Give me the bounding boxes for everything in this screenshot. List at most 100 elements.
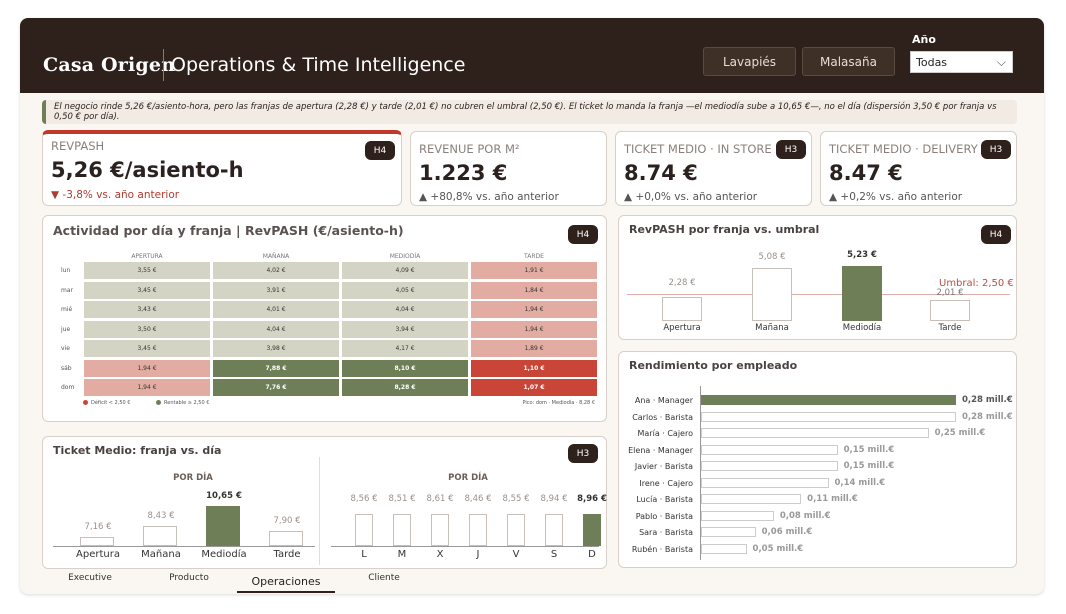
employee-value: 0,08 mill.€ <box>779 510 831 521</box>
ticket-dia-label: S <box>550 549 558 560</box>
kpi-delta: ▲ +0,2% vs. año anterior <box>829 191 963 203</box>
ticket-dia-label: V <box>512 549 520 560</box>
kpi-value: 5,26 €/asiento-h <box>51 158 244 182</box>
filter-button-lavapies[interactable]: Lavapiés <box>703 47 796 76</box>
year-label: Año <box>912 33 936 46</box>
ticket-franja-label: Mediodía <box>201 549 247 560</box>
ticket-franja-label: Mañana <box>141 549 181 560</box>
employee-name: Pablo · Barista <box>635 511 693 521</box>
employee-name: Elena · Manager <box>628 445 693 455</box>
employee-value: 0,25 mill.€ <box>934 428 986 438</box>
heatmap-row-label: dom <box>61 384 75 391</box>
employee-bar <box>701 395 956 405</box>
chevron-down-icon: ⌵ <box>996 55 1006 69</box>
kpi-value: 8.47 € <box>829 161 903 185</box>
heatmap-legend-deficit: Déficit < 2,50 € <box>83 400 130 406</box>
brand-logo: Casa Origen <box>43 54 176 76</box>
kpi-delta: ▲ +80,8% vs. año anterior <box>419 191 559 203</box>
employee-performance-card: Rendimiento por empleado Ana · Manager 0,… <box>618 351 1017 568</box>
heatmap-cell: 8,28 € <box>342 379 468 396</box>
tab-executive[interactable]: Executive <box>60 573 120 583</box>
heatmap-cell: 3,43 € <box>84 301 210 318</box>
ticket-medio-card: Ticket Medio: franja vs. día H3 POR DÍA … <box>42 436 607 569</box>
ticket-divider <box>319 457 320 565</box>
heatmap-column-header: Apertura <box>131 253 163 260</box>
ticket-dia-value: 8,96 € <box>577 494 607 504</box>
heatmap-cell: 1,94 € <box>84 359 210 377</box>
heatmap-row-label: mar <box>61 286 73 294</box>
employee-bar <box>701 428 929 438</box>
heatmap-card: Actividad por día y franja | RevPASH (€/… <box>42 215 607 422</box>
employee-name: Carlos · Barista <box>632 412 693 422</box>
revpash-bar-value: 2,28 € <box>668 278 696 288</box>
heatmap-cell: 3,50 € <box>84 320 210 338</box>
revpash-title: RevPASH por franja vs. umbral <box>629 223 820 236</box>
ticket-franja-bar <box>206 505 240 546</box>
ticket-franja-value: 8,43 € <box>147 510 175 521</box>
hypothesis-badge: H3 <box>568 444 598 463</box>
ticket-dia-bar <box>545 514 563 546</box>
hypothesis-badge: H4 <box>365 141 395 160</box>
heatmap-cell: 3,45 € <box>84 340 210 357</box>
ticket-dia-value: 8,94 € <box>540 494 568 504</box>
heatmap-cell: 4,05 € <box>342 281 468 299</box>
heatmap-cell: 1,84 € <box>471 281 597 299</box>
kpi-card-revpash: RevPASH 5,26 €/asiento-h ▼ -3,8% vs. año… <box>42 130 402 206</box>
employee-value: 0,15 mill.€ <box>843 461 895 471</box>
employee-value: 0,28 mill.€ <box>962 411 1013 422</box>
ticket-dia-value: 8,56 € <box>350 494 378 504</box>
ticket-dia-bar <box>507 514 525 546</box>
ticket-dia-bar <box>469 514 487 546</box>
heatmap-cell: 7,88 € <box>213 359 339 377</box>
employee-title: Rendimiento por empleado <box>629 359 798 372</box>
heatmap-cell: 1,94 € <box>84 379 210 396</box>
employee-name: Javier · Barista <box>634 462 693 471</box>
employee-bar <box>701 477 829 488</box>
employee-name: Rubén · Barista <box>631 544 693 554</box>
heatmap-cell: 4,09 € <box>342 262 468 279</box>
tab-producto[interactable]: Producto <box>159 573 219 583</box>
ticket-dia-value: 8,46 € <box>464 494 492 504</box>
revpash-bar <box>842 266 882 321</box>
revpash-bar-label: Mañana <box>755 323 789 333</box>
revpash-bar-value: 5,23 € <box>847 250 877 261</box>
employee-bar <box>701 510 774 521</box>
employee-name: Lucía · Barista <box>636 495 693 504</box>
heatmap-row-label: mié <box>61 306 73 313</box>
hypothesis-badge: H3 <box>981 140 1011 159</box>
revpash-bar <box>752 267 792 321</box>
filter-button-malasana[interactable]: Malasaña <box>802 47 895 76</box>
heatmap-row-label: vie <box>61 345 70 352</box>
employee-name: Ana · Manager <box>634 396 693 405</box>
tab-operaciones[interactable]: Operaciones <box>237 575 335 593</box>
ticket-dia-value: 8,61 € <box>426 494 454 504</box>
revpash-bar-label: Mediodía <box>842 323 882 333</box>
hypothesis-badge: H3 <box>776 140 806 159</box>
kpi-card-revenue-m2: Revenue por m² 1.223 € ▲ +80,8% vs. año … <box>410 131 607 206</box>
kpi-label: Ticket medio · In store <box>624 142 772 156</box>
header-divider <box>163 49 164 81</box>
employee-bar <box>701 411 956 422</box>
ticket-dia-label: X <box>436 549 444 560</box>
employee-name: Irene · Cajero <box>639 478 693 488</box>
ticket-dia-bar <box>355 514 373 546</box>
revpash-bar <box>662 297 702 321</box>
kpi-delta: ▼ -3,8% vs. año anterior <box>51 189 180 201</box>
year-select[interactable]: Todas ⌵ <box>910 51 1013 73</box>
heatmap-cell: 1,94 € <box>471 320 597 338</box>
ticket-dia-value: 8,51 € <box>388 494 416 504</box>
dashboard-frame: Casa Origen Operations & Time Intelligen… <box>20 18 1044 594</box>
header-bar: Casa Origen Operations & Time Intelligen… <box>20 18 1044 93</box>
revpash-bar-label: Tarde <box>938 323 962 333</box>
insight-banner: El negocio rinde 5,26 €/asiento-hora, pe… <box>42 100 1017 124</box>
kpi-label: RevPASH <box>51 139 105 153</box>
ticket-franja-bar <box>143 525 177 546</box>
kpi-card-ticket-instore: Ticket medio · In store 8.74 € ▲ +0,0% v… <box>615 131 812 206</box>
employee-value: 0,06 mill.€ <box>761 527 813 537</box>
employee-name: María · Cajero <box>637 429 694 438</box>
insight-text: El negocio rinde 5,26 €/asiento-hora, pe… <box>54 102 997 122</box>
ticket-left-baseline <box>53 546 315 547</box>
ticket-right-baseline <box>331 546 599 547</box>
hypothesis-badge: H4 <box>568 225 598 244</box>
tab-cliente[interactable]: Cliente <box>354 573 414 583</box>
